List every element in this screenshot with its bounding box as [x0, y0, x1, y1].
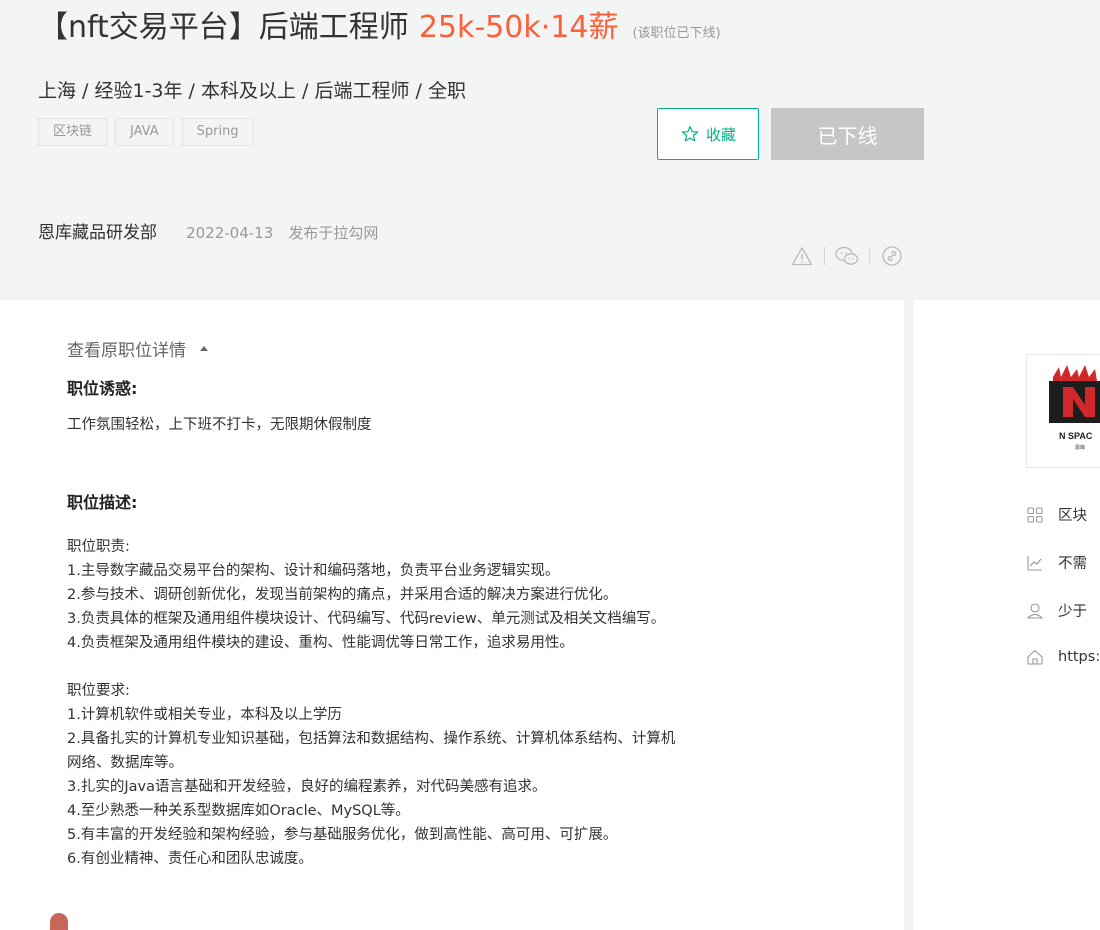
- publish-source: 发布于拉勾网: [288, 224, 379, 242]
- company-logo[interactable]: N SPAC 恩库: [1026, 354, 1100, 468]
- requirement-line: 3.扎实的Java语言基础和开发经验，良好的编程素养，对代码美感有追求。: [67, 779, 547, 795]
- requirement-line: 2.具备扎实的计算机专业知识基础，包括算法和数据结构、操作系统、计算机体系结构、…: [67, 731, 676, 747]
- view-original-label: 查看原职位详情: [67, 341, 186, 361]
- duty-line: 1.主导数字藏品交易平台的架构、设计和编码落地，负责平台业务逻辑实现。: [67, 563, 560, 579]
- star-icon: [681, 125, 699, 142]
- job-tags: 区块链 JAVA Spring: [38, 118, 254, 146]
- job-title: 【nft交易平台】后端工程师: [38, 10, 409, 45]
- share-icons: [788, 242, 906, 270]
- job-header: 【nft交易平台】后端工程师 25k-50k·14薪 (该职位已下线) 上海 /…: [0, 0, 1100, 300]
- job-meta: 上海 / 经验1-3年 / 本科及以上 / 后端工程师 / 全职: [38, 80, 466, 102]
- company-size: 少于: [1026, 600, 1087, 621]
- favorite-label: 收藏: [705, 125, 736, 144]
- logo-text: N SPAC: [1059, 431, 1093, 441]
- size-text: 少于: [1058, 604, 1087, 620]
- user-icon: [1026, 602, 1044, 619]
- company-financing: 不需: [1026, 552, 1087, 573]
- grid-icon: [1027, 506, 1043, 523]
- trend-chart-icon: [1027, 555, 1042, 571]
- requirement-line: 6.有创业精神、责任心和团队忠诚度。: [67, 851, 313, 867]
- department: 恩库藏品研发部: [38, 223, 157, 243]
- view-original-toggle[interactable]: 查看原职位详情: [67, 336, 827, 361]
- duty-line: 2.参与技术、调研创新优化，发现当前架构的痛点，并采用合适的解决方案进行优化。: [67, 587, 618, 603]
- tag-blockchain[interactable]: 区块链: [38, 118, 108, 146]
- perks-text: 工作氛围轻松，上下班不打卡，无限期休假制度: [67, 417, 372, 433]
- requirement-line: 网络、数据库等。: [67, 755, 183, 771]
- offline-note: (该职位已下线): [632, 26, 721, 41]
- requirement-line: 4.至少熟悉一种关系型数据库如Oracle、MySQL等。: [67, 803, 410, 819]
- company-industry: 区块: [1026, 504, 1087, 525]
- logo-subtext: 恩库: [1075, 444, 1085, 451]
- offline-label: 已下线: [817, 123, 878, 148]
- tag-java[interactable]: JAVA: [115, 118, 174, 146]
- job-description: 职位职责: 1.主导数字藏品交易平台的架构、设计和编码落地，负责平台业务逻辑实现…: [67, 535, 827, 871]
- salary: 25k-50k·14薪: [418, 10, 619, 45]
- share-divider: [869, 247, 870, 265]
- poster-row: 恩库藏品研发部 2022-04-13 发布于拉勾网: [38, 218, 378, 243]
- financing-text: 不需: [1058, 556, 1087, 572]
- company-sidebar: N SPAC 恩库 区块 不需 少于 https:: [914, 300, 1100, 930]
- favorite-button[interactable]: 收藏: [657, 108, 759, 160]
- website-text: https:: [1058, 649, 1100, 665]
- duties-heading: 职位职责:: [67, 539, 130, 555]
- requirement-line: 5.有丰富的开发经验和架构经验，参与基础服务优化，做到高性能、高可用、可扩展。: [67, 827, 618, 843]
- offline-button[interactable]: 已下线: [771, 108, 924, 160]
- duty-line: 3.负责具体的框架及通用组件模块设计、代码编写、代码review、单元测试及相关…: [67, 611, 666, 627]
- title-row: 【nft交易平台】后端工程师 25k-50k·14薪 (该职位已下线): [38, 2, 721, 46]
- home-icon: [1027, 649, 1043, 665]
- caret-up-icon: [200, 346, 208, 351]
- floating-avatar[interactable]: [50, 913, 68, 930]
- description-title: 职位描述:: [67, 493, 138, 512]
- industry-text: 区块: [1058, 508, 1087, 524]
- job-detail-panel: 查看原职位详情 职位诱惑: 工作氛围轻松，上下班不打卡，无限期休假制度 职位描述…: [0, 300, 904, 930]
- perks-title: 职位诱惑:: [67, 379, 138, 398]
- tag-spring[interactable]: Spring: [181, 118, 254, 146]
- report-icon[interactable]: [788, 242, 816, 270]
- wechat-icon[interactable]: [833, 242, 861, 270]
- duty-line: 4.负责框架及通用组件模块的建设、重构、性能调优等日常工作，追求易用性。: [67, 635, 574, 651]
- post-date: 2022-04-13: [186, 224, 274, 242]
- link-icon[interactable]: [878, 242, 906, 270]
- job-detail-content: 查看原职位详情 职位诱惑: 工作氛围轻松，上下班不打卡，无限期休假制度 职位描述…: [67, 336, 827, 871]
- share-divider: [824, 247, 825, 265]
- company-website[interactable]: https:: [1026, 648, 1100, 666]
- requirement-line: 1.计算机软件或相关专业，本科及以上学历: [67, 707, 342, 723]
- requirements-heading: 职位要求:: [67, 683, 130, 699]
